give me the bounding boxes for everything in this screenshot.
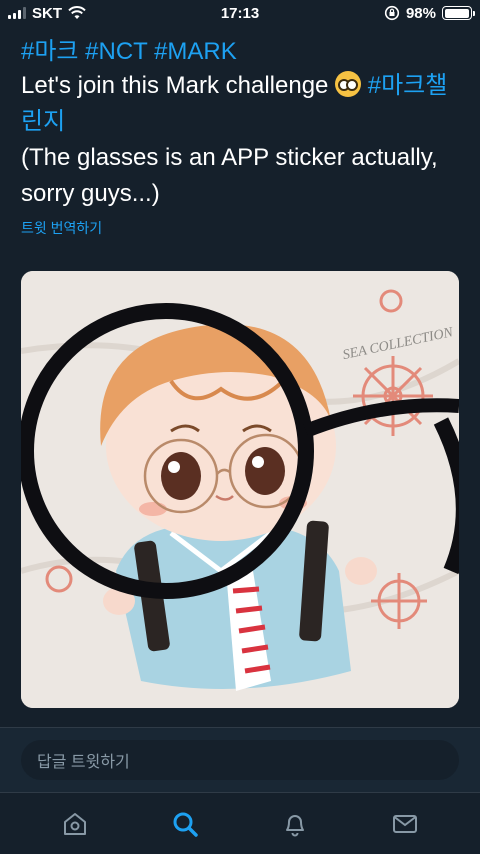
tab-notifications[interactable] — [275, 804, 315, 844]
status-right: 98% — [384, 4, 475, 22]
signal-icon — [8, 7, 26, 19]
wifi-icon — [68, 6, 86, 19]
hashtag-challenge[interactable]: #마크챌 — [368, 72, 448, 99]
search-icon — [173, 812, 198, 837]
battery-percent: 98% — [405, 4, 436, 22]
tab-home[interactable] — [55, 804, 95, 844]
tweet-line-2: 린지 — [21, 104, 461, 140]
translate-tweet-link[interactable]: 트윗 번역하기 — [21, 218, 461, 238]
tweet-line-3: (The glasses is an APP sticker actually, — [21, 144, 438, 171]
status-bar: SKT 17:13 98% — [0, 0, 480, 26]
battery-icon — [442, 6, 475, 20]
carrier-label: SKT — [32, 4, 62, 22]
tweet-line-1-text: Let's join this Mark challenge — [21, 72, 329, 99]
tweet-line-1: Let's join this Mark challenge #마크챌 — [21, 68, 461, 104]
tab-messages[interactable] — [385, 804, 425, 844]
doll-photo: SEA COLLECTION — [21, 271, 459, 708]
reply-input[interactable]: 답글 트윗하기 — [21, 740, 459, 780]
hashtag-challenge-cont[interactable]: 린지 — [21, 108, 65, 135]
tweet-hashtags[interactable]: #마크 #NCT #MARK — [21, 36, 461, 68]
mail-icon — [393, 814, 417, 833]
bell-icon — [286, 814, 304, 836]
battery-fill — [444, 8, 469, 18]
orientation-lock-icon — [384, 5, 400, 21]
tweet-body: #마크 #NCT #MARK Let's join this Mark chal… — [21, 36, 461, 238]
nerd-face-emoji-icon — [335, 71, 362, 97]
home-icon — [64, 812, 86, 835]
tab-bar — [0, 792, 480, 854]
status-left: SKT — [8, 5, 86, 22]
tweet-line-4: sorry guys...) — [21, 180, 160, 207]
tweet-image[interactable]: SEA COLLECTION — [21, 271, 459, 708]
tab-search[interactable] — [165, 804, 205, 844]
